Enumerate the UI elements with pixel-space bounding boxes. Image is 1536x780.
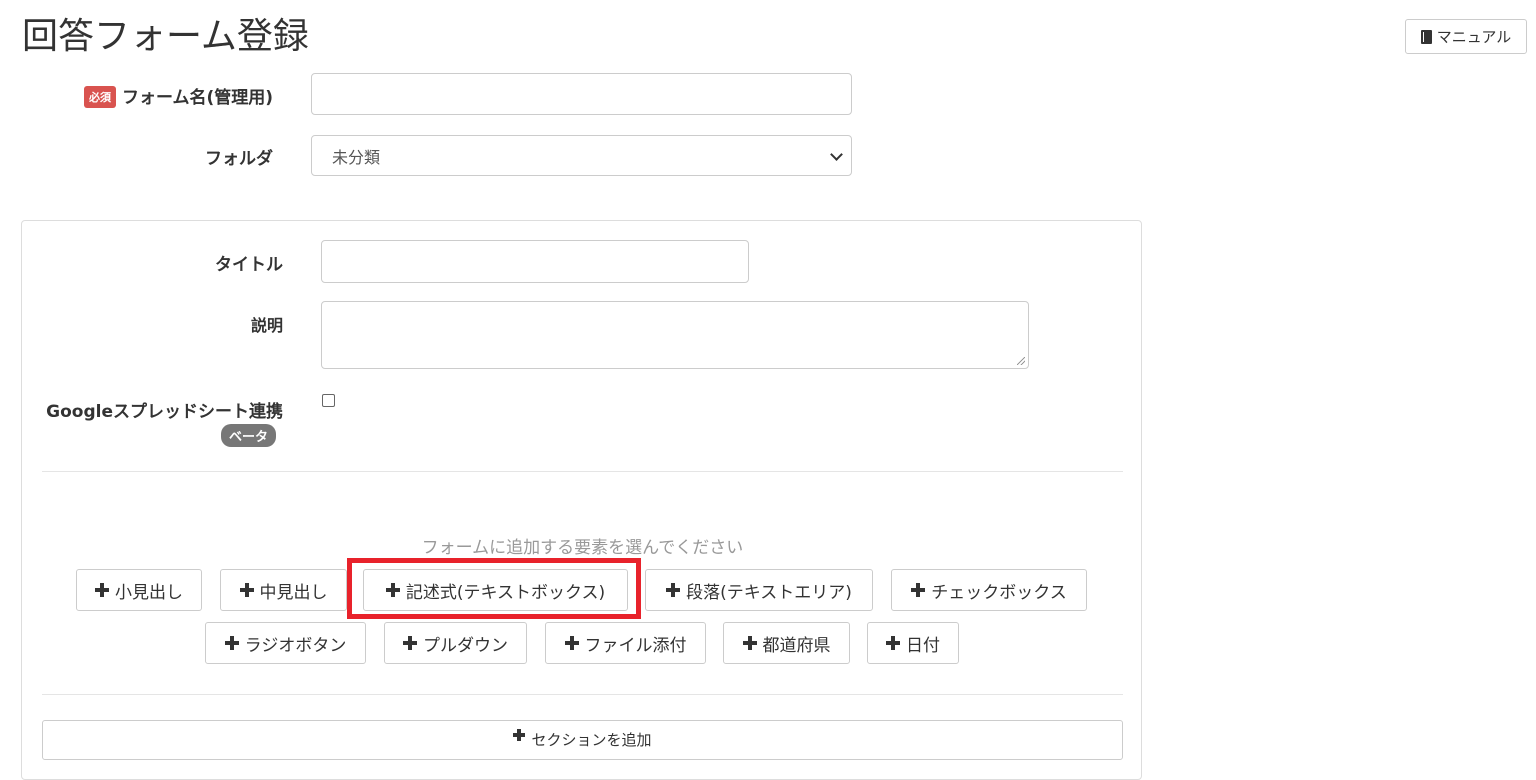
divider [42,694,1123,695]
add-prefecture-button[interactable]: 都道府県 [723,622,850,664]
button-label: 中見出し [259,582,328,603]
title-label: タイトル [215,255,283,275]
add-section-label: セクションを追加 [531,731,652,749]
manual-button-label: マニュアル [1436,28,1512,46]
plus-icon [385,583,400,597]
form-name-input[interactable] [311,73,852,115]
plus-icon [224,636,239,650]
button-label: ファイル添付 [584,635,687,656]
form-name-label-text: フォーム名(管理用) [121,88,273,108]
resize-grip-icon[interactable] [1017,357,1025,365]
add-subheading-small-button[interactable]: 小見出し [76,569,202,611]
plus-icon [564,636,579,650]
plus-icon [95,583,109,597]
google-sheets-label: Googleスプレッドシート連携 [46,402,283,422]
add-textbox-button[interactable]: 記述式(テキストボックス) [363,569,628,611]
add-subheading-medium-button[interactable]: 中見出し [220,569,347,611]
manual-button[interactable]: マニュアル [1405,19,1527,54]
add-pulldown-button[interactable]: プルダウン [384,622,527,664]
plus-icon [666,583,681,597]
folder-label: フォルダ [205,149,273,169]
button-label: 日付 [906,635,940,656]
add-file-attachment-button[interactable]: ファイル添付 [545,622,706,664]
folder-select[interactable]: 未分類 [311,135,852,176]
button-label: 都道府県 [762,635,831,656]
plus-icon [911,583,926,597]
description-textarea[interactable] [321,301,1029,369]
button-label: 段落(テキストエリア) [686,582,852,603]
add-checkbox-button[interactable]: チェックボックス [891,569,1087,611]
add-date-button[interactable]: 日付 [867,622,959,664]
button-label: ラジオボタン [244,635,347,656]
add-textarea-button[interactable]: 段落(テキストエリア) [645,569,873,611]
plus-icon [742,636,757,650]
form-name-label: 必須 フォーム名(管理用) [83,83,273,108]
required-badge: 必須 [83,86,116,108]
google-sheets-checkbox[interactable] [322,394,335,407]
button-label: 記述式(テキストボックス) [405,582,606,603]
divider [42,471,1123,472]
button-label: 小見出し [115,582,183,603]
form-panel: タイトル 説明 Googleスプレッドシート連携 ベータ フォームに追加する要素… [21,220,1142,780]
plus-icon [513,729,526,741]
folder-selected-value: 未分類 [332,147,381,167]
plus-icon [239,583,254,597]
title-input[interactable] [321,240,749,283]
element-hint: フォームに追加する要素を選んでください [421,538,744,558]
add-section-button[interactable]: セクションを追加 [42,720,1123,760]
add-radio-button[interactable]: ラジオボタン [205,622,366,664]
plus-icon [403,636,417,650]
button-label: チェックボックス [931,582,1067,603]
plus-icon [886,636,900,650]
page-title: 回答フォーム登録 [22,16,309,57]
book-icon [1420,29,1432,44]
chevron-down-icon [830,148,843,161]
beta-badge: ベータ [221,424,277,447]
description-label: 説明 [250,316,283,335]
button-label: プルダウン [423,635,508,656]
